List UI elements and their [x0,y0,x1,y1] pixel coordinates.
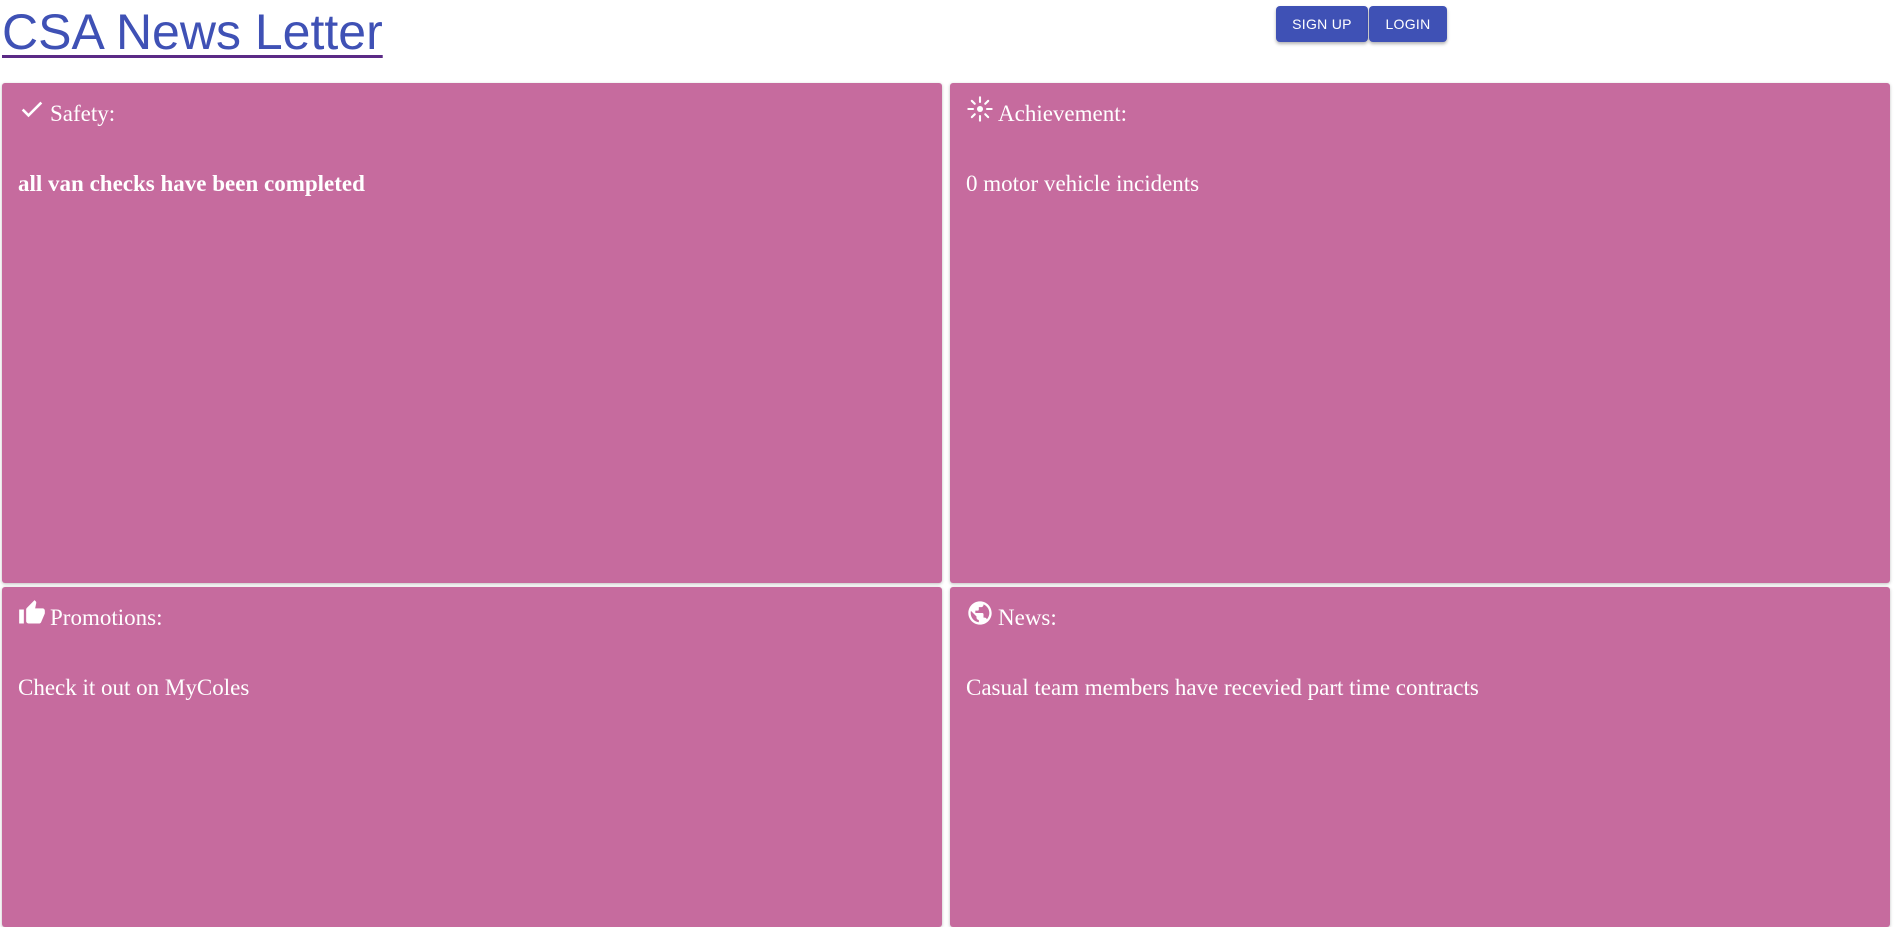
safety-card-header: Safety: [18,99,115,129]
thumbs-up-icon [18,599,46,627]
sign-up-button[interactable]: SIGN UP [1276,6,1368,42]
news-card-header: News: [966,601,1057,633]
promotions-card-title: Promotions: [50,605,163,630]
achievement-card-body: 0 motor vehicle incidents [966,171,1200,196]
promotions-card-body: Check it out on MyColes [18,675,250,700]
news-card-body: Casual team members have recevied part t… [966,675,1479,700]
check-icon [18,95,46,123]
sparkle-icon [966,95,994,123]
login-button[interactable]: LOGIN [1369,6,1447,42]
safety-card-body: all van checks have been completed [18,171,365,196]
safety-card: Safety: all van checks have been complet… [2,83,942,583]
promotions-card: Promotions: Check it out on MyColes [2,587,942,927]
safety-card-title: Safety: [50,101,116,126]
news-card: News: Casual team members have recevied … [950,587,1890,927]
promotions-card-header: Promotions: [18,600,163,633]
achievement-card-title: Achievement: [998,101,1128,126]
achievement-card: Achievement: 0 motor vehicle incidents [950,83,1890,583]
globe-icon [966,599,994,627]
auth-buttons: SIGN UP LOGIN [1276,6,1447,42]
header: CSA News Letter SIGN UP LOGIN [0,0,1894,80]
news-card-title: News: [998,605,1057,630]
achievement-card-header: Achievement: [966,96,1128,129]
site-title-link[interactable]: CSA News Letter [2,2,383,62]
